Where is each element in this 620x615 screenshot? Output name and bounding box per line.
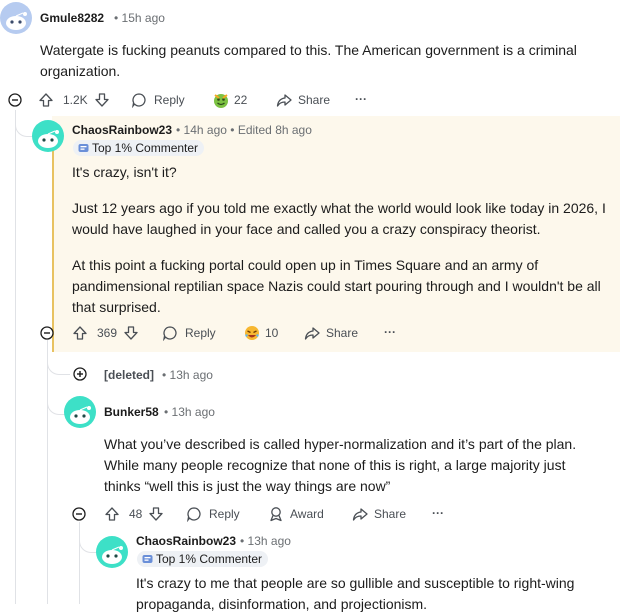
timestamp: • 15h ago (114, 11, 165, 25)
vote-group: 369 (72, 325, 139, 341)
snoo-icon (6, 12, 27, 30)
reply-button[interactable]: Reply (162, 325, 216, 341)
comment-paragraph: It's crazy to me that people are so gull… (136, 575, 575, 612)
username[interactable]: ChaosRainbow23 (136, 534, 236, 548)
highlight-accent-bar (52, 140, 54, 352)
arrow-up-icon[interactable] (104, 506, 120, 522)
snoo-icon (38, 130, 59, 148)
username[interactable]: Gmule8282 (40, 11, 104, 25)
avatar[interactable] (96, 536, 128, 568)
award-icon (242, 323, 262, 343)
comment-body: What you’ve described is called hyper-no… (104, 434, 594, 497)
comment-body: It's crazy, isn't it? Just 12 years ago … (72, 162, 612, 318)
vote-count: 1.2K (63, 93, 88, 107)
comment-body: Watergate is fucking peanuts compared to… (40, 40, 600, 82)
minus-circle-icon[interactable] (40, 326, 54, 340)
share-arrow-icon (276, 92, 292, 108)
award-count: 10 (265, 326, 279, 340)
arrow-down-icon[interactable] (94, 92, 110, 108)
share-button[interactable]: Share (276, 92, 330, 108)
thread-curve-deleted (47, 340, 70, 375)
arrow-down-icon[interactable] (123, 325, 139, 341)
speech-bubble-icon (162, 325, 178, 341)
timestamp: • 13h ago (240, 534, 291, 548)
minus-circle-icon[interactable] (72, 507, 86, 521)
speech-bubble-icon (131, 92, 147, 108)
thread-curve-3 (79, 522, 98, 553)
status-badge: Top 1% Commenter (73, 140, 205, 156)
plus-circle-icon[interactable] (73, 367, 87, 381)
comment-paragraph: Just 12 years ago if you told me exactly… (72, 200, 606, 237)
arrow-up-icon[interactable] (38, 92, 54, 108)
vote-group: 48 (104, 506, 164, 522)
reply-button[interactable]: Reply (131, 92, 185, 108)
comment-paragraph: Watergate is fucking peanuts compared to… (40, 42, 577, 79)
comment-paragraph: At this point a fucking portal could ope… (72, 257, 601, 315)
share-arrow-icon (352, 506, 368, 522)
speech-bubble-icon (186, 506, 202, 522)
award-button[interactable]: Award (268, 506, 324, 522)
share-button[interactable]: Share (304, 325, 358, 341)
avatar[interactable] (0, 2, 32, 34)
commenter-badge-icon (142, 555, 153, 563)
snoo-icon (70, 406, 91, 424)
award-count: 22 (234, 93, 248, 107)
minus-circle-icon[interactable] (8, 93, 22, 107)
award-button[interactable]: 22 (211, 90, 247, 110)
more-options-button[interactable]: ··· (355, 92, 367, 106)
username[interactable]: ChaosRainbow23 (72, 123, 172, 137)
award-icon (211, 90, 231, 110)
more-options-button[interactable]: ··· (432, 506, 444, 520)
reply-button[interactable]: Reply (186, 506, 240, 522)
status-badge: Top 1% Commenter (137, 551, 269, 567)
award-icon (268, 506, 284, 522)
snoo-icon (102, 546, 123, 564)
timestamp: • 14h ago • Edited 8h ago (176, 123, 312, 137)
vote-count: 369 (97, 326, 118, 340)
award-button[interactable]: 10 (242, 323, 278, 343)
more-options-button[interactable]: ··· (384, 325, 396, 339)
share-arrow-icon (304, 325, 320, 341)
commenter-badge-icon (78, 144, 89, 152)
avatar[interactable] (64, 396, 96, 428)
comment-paragraph: What you’ve described is called hyper-no… (104, 436, 577, 494)
comment-body: It's crazy to me that people are so gull… (136, 573, 606, 615)
edited-label: Edited 8h ago (237, 123, 312, 137)
timestamp: • 13h ago (162, 368, 213, 382)
username: [deleted] (104, 368, 155, 382)
arrow-down-icon[interactable] (148, 506, 164, 522)
timestamp: • 13h ago (164, 405, 215, 419)
vote-group: 1.2K (38, 92, 110, 108)
comment-paragraph: It's crazy, isn't it? (72, 164, 177, 180)
arrow-up-icon[interactable] (72, 325, 88, 341)
share-button[interactable]: Share (352, 506, 406, 522)
username[interactable]: Bunker58 (104, 405, 159, 419)
thread-line-root (15, 110, 16, 604)
vote-count: 48 (129, 507, 143, 521)
avatar[interactable] (32, 120, 64, 152)
